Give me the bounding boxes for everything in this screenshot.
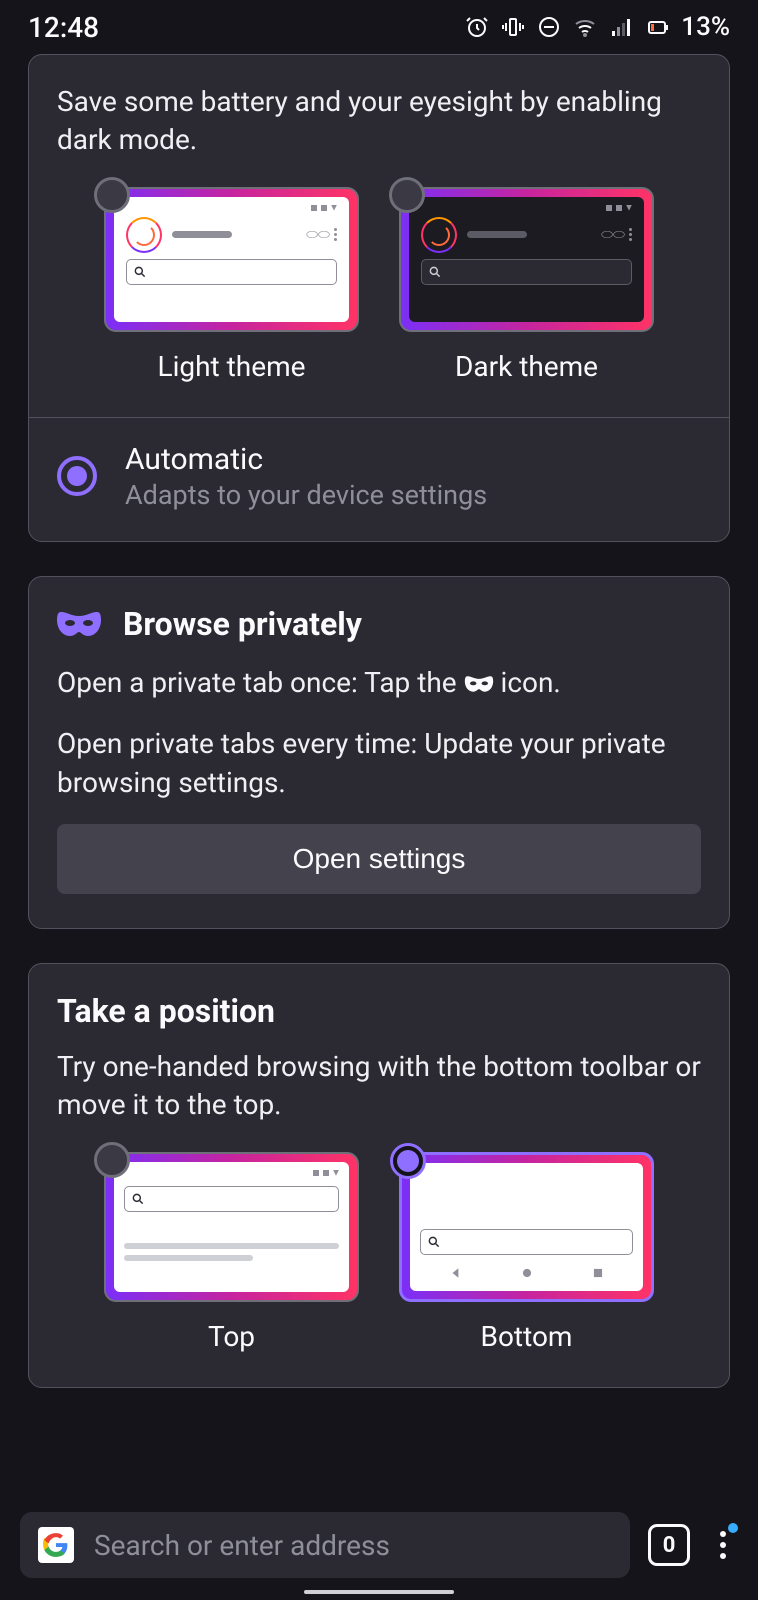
theme-option-dark[interactable]: ⬭⬭ Dark theme xyxy=(399,187,654,383)
private-title: Browse privately xyxy=(123,605,362,643)
wifi-icon xyxy=(573,15,597,39)
vibrate-icon xyxy=(501,15,525,39)
position-option-top[interactable]: Top xyxy=(104,1152,359,1353)
top-label: Top xyxy=(208,1320,255,1353)
notification-badge xyxy=(728,1523,738,1533)
theme-card: Save some battery and your eyesight by e… xyxy=(28,54,730,542)
theme-option-light[interactable]: ⬭⬭ Light theme xyxy=(104,187,359,383)
radio-automatic-selected xyxy=(57,456,97,496)
url-bar[interactable]: Search or enter address xyxy=(20,1512,630,1578)
automatic-title: Automatic xyxy=(125,442,487,477)
dnd-icon xyxy=(537,15,561,39)
alarm-icon xyxy=(465,15,489,39)
radio-top xyxy=(94,1142,130,1178)
search-icon xyxy=(131,1192,145,1206)
private-instruction-1: Open a private tab once: Tap the icon. xyxy=(57,663,701,702)
mask-inline-icon xyxy=(464,675,494,693)
private-mask-icon xyxy=(57,610,101,638)
light-theme-label: Light theme xyxy=(158,350,306,383)
automatic-subtitle: Adapts to your device settings xyxy=(125,479,487,511)
open-settings-button[interactable]: Open settings xyxy=(57,824,701,894)
home-indicator xyxy=(304,1590,454,1594)
search-icon xyxy=(427,1235,441,1249)
private-instruction-2: Open private tabs every time: Update you… xyxy=(57,724,701,802)
dark-theme-label: Dark theme xyxy=(455,350,598,383)
radio-dark xyxy=(389,177,425,213)
battery-percentage: 13% xyxy=(681,12,730,42)
dark-theme-preview: ⬭⬭ xyxy=(399,187,654,332)
battery-icon xyxy=(645,15,669,39)
status-bar: 12:48 13% xyxy=(0,0,758,54)
position-blurb: Try one-handed browsing with the bottom … xyxy=(57,1048,701,1124)
bottom-label: Bottom xyxy=(481,1320,573,1353)
onboarding-content: Save some battery and your eyesight by e… xyxy=(0,54,758,1490)
top-position-preview xyxy=(104,1152,359,1302)
light-theme-preview: ⬭⬭ xyxy=(104,187,359,332)
signal-icon xyxy=(609,15,633,39)
nav-back-icon xyxy=(449,1266,463,1280)
google-search-engine-icon xyxy=(38,1527,74,1563)
mask-icon: ⬭⬭ xyxy=(306,227,330,243)
tabs-button[interactable]: 0 xyxy=(648,1524,690,1566)
kebab-icon xyxy=(720,1531,726,1559)
toolbar-position-card: Take a position Try one-handed browsing … xyxy=(28,963,730,1388)
position-option-bottom[interactable]: Bottom xyxy=(399,1152,654,1353)
theme-option-automatic[interactable]: Automatic Adapts to your device settings xyxy=(29,417,729,541)
status-indicators: 13% xyxy=(465,12,730,42)
mask-icon: ⬭⬭ xyxy=(601,227,625,243)
url-placeholder: Search or enter address xyxy=(94,1529,390,1562)
search-icon xyxy=(133,265,147,279)
radio-light xyxy=(94,177,130,213)
firefox-logo-icon xyxy=(126,217,162,253)
position-title: Take a position xyxy=(57,992,701,1030)
private-browsing-card: Browse privately Open a private tab once… xyxy=(28,576,730,930)
theme-blurb: Save some battery and your eyesight by e… xyxy=(57,83,701,159)
nav-home-icon xyxy=(520,1266,534,1280)
radio-bottom-selected xyxy=(390,1143,426,1179)
bottom-position-preview xyxy=(399,1152,654,1302)
status-time: 12:48 xyxy=(28,11,99,44)
menu-button[interactable] xyxy=(708,1523,738,1567)
firefox-logo-icon xyxy=(421,217,457,253)
search-icon xyxy=(428,265,442,279)
browser-toolbar: Search or enter address 0 xyxy=(0,1490,758,1600)
nav-recent-icon xyxy=(591,1266,605,1280)
